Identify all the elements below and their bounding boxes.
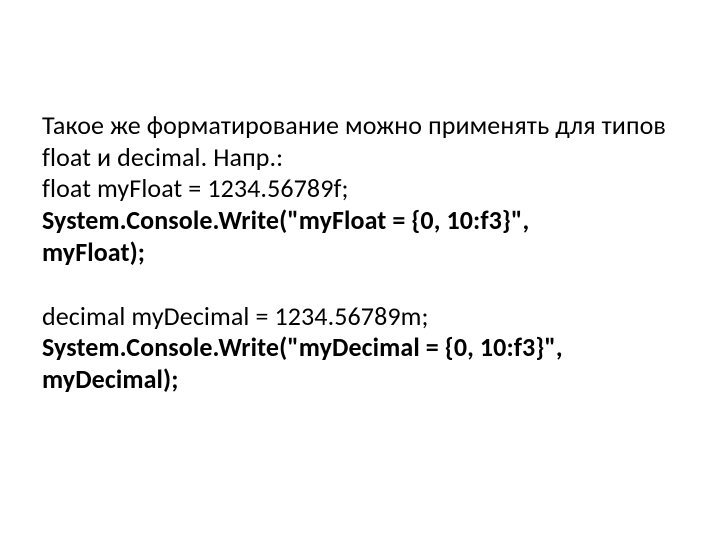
slide-content: Такое же форматирование можно применять … <box>0 0 720 540</box>
code-float-write-2: myFloat); <box>42 237 672 269</box>
text-intro: Такое же форматирование можно применять … <box>42 110 672 173</box>
code-float-write-1: System.Console.Write("myFloat = {0, 10:f… <box>42 205 672 237</box>
blank-line <box>42 269 672 301</box>
code-decimal-write: System.Console.Write("myDecimal = {0, 10… <box>42 332 672 395</box>
code-decimal-decl: decimal myDecimal = 1234.56789m; <box>42 301 672 333</box>
code-float-decl: float myFloat = 1234.56789f; <box>42 173 672 205</box>
